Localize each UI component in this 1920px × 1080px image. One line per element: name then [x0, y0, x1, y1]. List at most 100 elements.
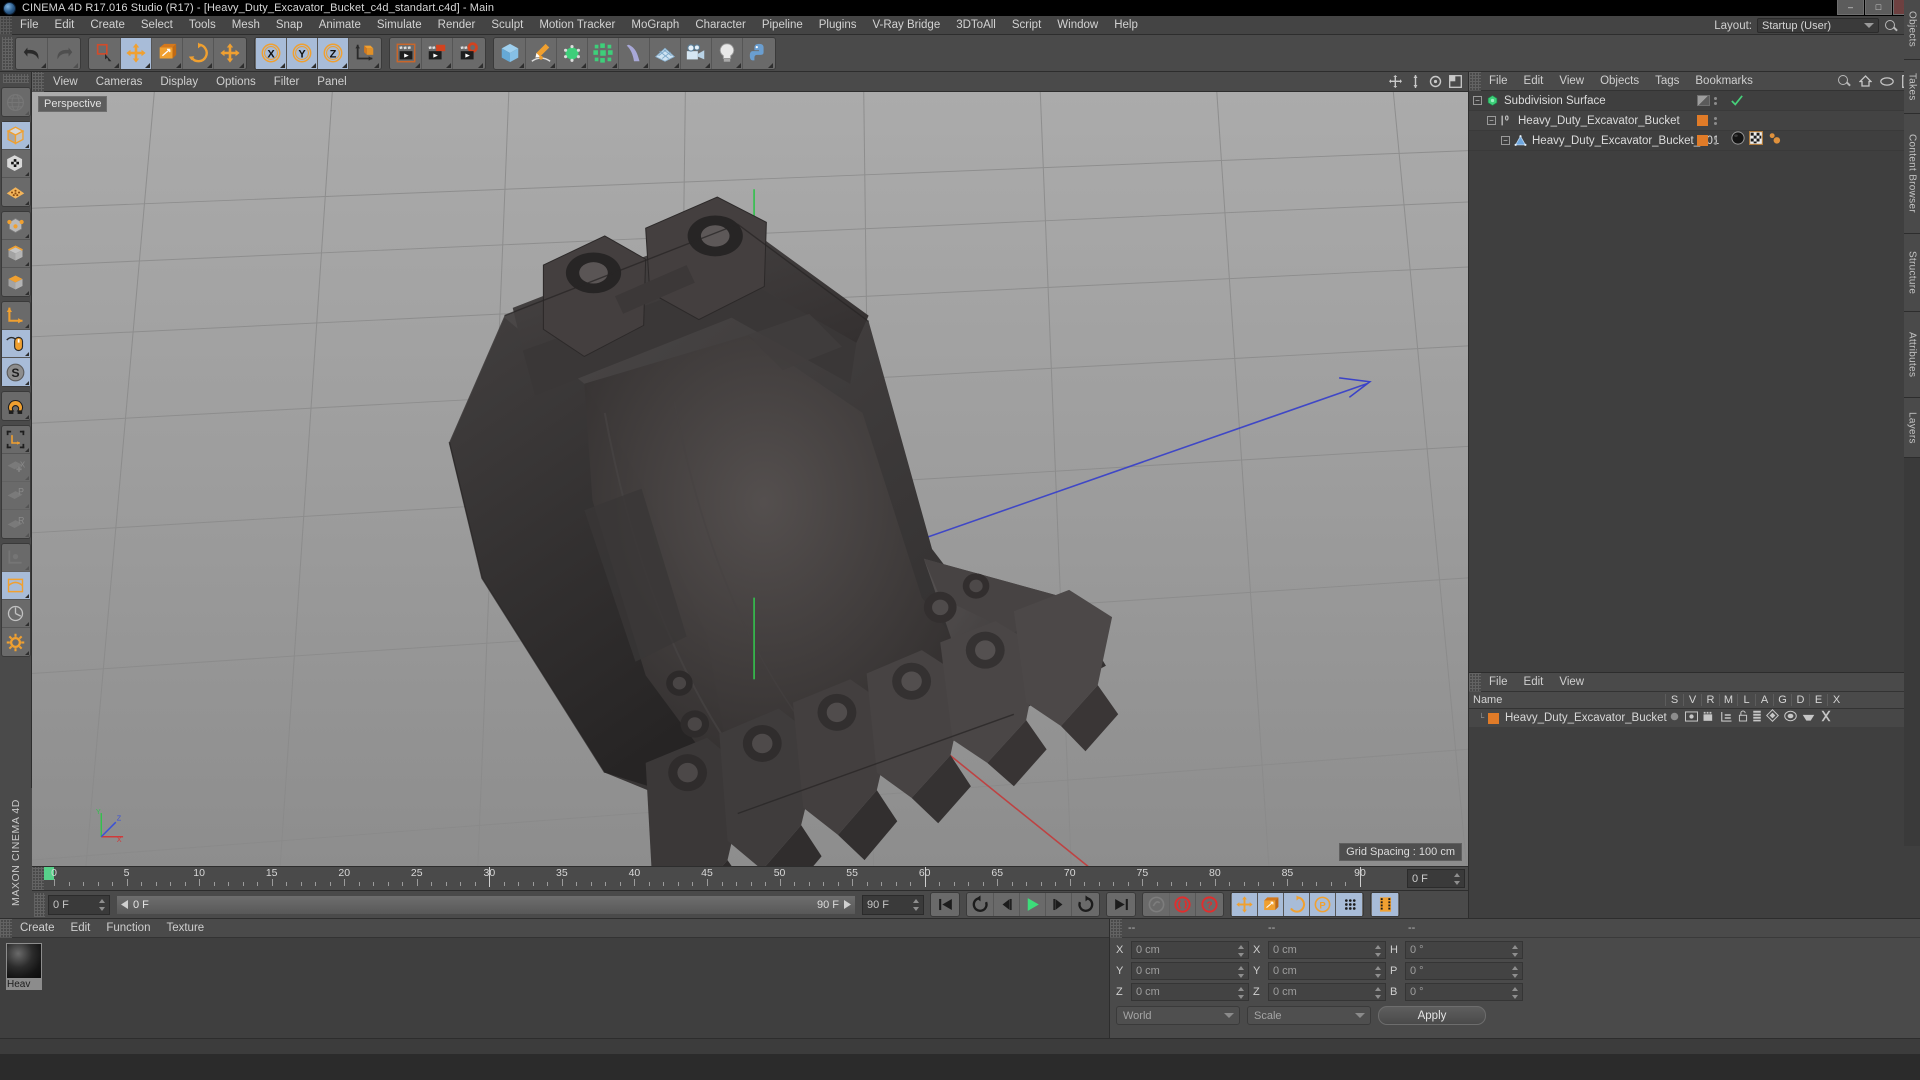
layer-col-a[interactable]: A — [1755, 694, 1773, 706]
menu-motion-tracker[interactable]: Motion Tracker — [531, 16, 623, 35]
zoom-view-icon[interactable] — [1409, 75, 1422, 88]
stepper-icon[interactable] — [1238, 987, 1245, 999]
layer-g-icon[interactable] — [1766, 709, 1779, 727]
timeline-ruler[interactable]: 051015202530354045505560657075808590 — [44, 867, 1404, 890]
python-script-button[interactable] — [743, 38, 774, 69]
go-to-end-button[interactable] — [1108, 893, 1134, 916]
material-item[interactable]: Heav — [6, 943, 42, 990]
lock-y-button[interactable]: Y — [287, 37, 318, 69]
viewport-menu-cameras[interactable]: Cameras — [87, 72, 152, 92]
material-preview-sphere[interactable] — [6, 943, 42, 979]
stepper-icon[interactable] — [99, 898, 106, 911]
menu-file[interactable]: File — [12, 16, 47, 35]
render-to-picture-viewer-button[interactable] — [422, 37, 453, 69]
points-mode-button[interactable] — [2, 178, 30, 206]
record-rotation-button[interactable] — [1284, 893, 1310, 916]
maximize-button[interactable]: □ — [1865, 0, 1892, 15]
layer-color-swatch[interactable] — [1488, 712, 1499, 724]
polygons-edit-button[interactable] — [2, 268, 30, 296]
menu-help[interactable]: Help — [1106, 16, 1146, 35]
layer-col-g[interactable]: G — [1773, 694, 1791, 706]
keyframe-selection-button[interactable]: ? — [1196, 893, 1222, 916]
objmgr-menu-objects[interactable]: Objects — [1592, 72, 1647, 91]
viewport-menu-options[interactable]: Options — [207, 72, 265, 92]
snap-toggle-button[interactable] — [2, 392, 30, 420]
previous-frame-button[interactable] — [994, 893, 1020, 916]
menu-tools[interactable]: Tools — [181, 16, 224, 35]
menu-3dtoall[interactable]: 3DToAll — [948, 16, 1004, 35]
menu-simulate[interactable]: Simulate — [369, 16, 430, 35]
coord-size-field[interactable]: 0 cm — [1268, 962, 1386, 980]
home-icon[interactable] — [1859, 75, 1872, 87]
coord-position-field[interactable]: 0 cm — [1131, 983, 1249, 1001]
matmgr-menu-edit[interactable]: Edit — [63, 919, 99, 938]
material-tag[interactable] — [1731, 131, 1745, 150]
workplane-button[interactable] — [1, 426, 30, 454]
menu-v-ray-bridge[interactable]: V-Ray Bridge — [864, 16, 948, 35]
move-dynamic-button[interactable] — [214, 38, 245, 69]
scale-button[interactable] — [152, 37, 183, 69]
menu-window[interactable]: Window — [1049, 16, 1106, 35]
viewport-menu-filter[interactable]: Filter — [265, 72, 309, 92]
add-cube-button[interactable] — [495, 37, 526, 69]
layermgr-menu-edit[interactable]: Edit — [1516, 673, 1552, 692]
stepper-icon[interactable] — [1375, 987, 1382, 999]
coord-rotation-field[interactable]: 0 ° — [1405, 941, 1523, 959]
layer-x-icon[interactable] — [1820, 709, 1832, 727]
lock-workplane-x-button[interactable]: X — [1, 454, 30, 482]
objmgr-menu-view[interactable]: View — [1551, 72, 1592, 91]
object-dots-icon[interactable] — [1714, 116, 1717, 125]
settings-gear-button[interactable] — [2, 628, 30, 656]
menu-plugins[interactable]: Plugins — [811, 16, 865, 35]
play-forward-loop-button[interactable] — [1072, 893, 1098, 916]
start-frame-field[interactable]: 0 F — [48, 894, 110, 915]
menu-edit[interactable]: Edit — [47, 16, 83, 35]
edges-edit-button[interactable] — [1, 240, 30, 268]
undo-button[interactable] — [17, 37, 48, 69]
selection-tag[interactable] — [1767, 131, 1782, 150]
toolbar-grip-icon[interactable] — [2, 36, 13, 70]
lock-workplane-r-button[interactable]: R — [2, 510, 30, 538]
enable-axis-button[interactable] — [1, 544, 30, 572]
viewport-grip-icon[interactable] — [32, 71, 44, 92]
viewport-solo-button[interactable] — [1, 330, 30, 358]
right-tab-attributes[interactable]: Attributes — [1904, 312, 1920, 398]
coord-system-dropdown[interactable]: World — [1116, 1006, 1240, 1025]
record-parameter-button[interactable]: P — [1310, 893, 1336, 916]
next-frame-button[interactable] — [1046, 893, 1072, 916]
layer-col-e[interactable]: E — [1809, 694, 1827, 706]
record-active-objects-button[interactable] — [1144, 893, 1170, 916]
objmgr-menu-tags[interactable]: Tags — [1647, 72, 1687, 91]
uvw-tag[interactable] — [1749, 131, 1763, 150]
add-camera-button[interactable] — [681, 37, 712, 69]
coord-mode-dropdown[interactable]: Scale — [1247, 1006, 1371, 1025]
autokeying-button[interactable] — [1170, 893, 1196, 916]
menu-select[interactable]: Select — [133, 16, 181, 35]
lock-x-button[interactable]: X — [256, 37, 287, 69]
layer-manager-grip-icon[interactable] — [1469, 672, 1481, 692]
tree-expander[interactable]: − — [1501, 136, 1510, 145]
record-pla-button[interactable] — [1336, 893, 1362, 916]
menu-sculpt[interactable]: Sculpt — [483, 16, 531, 35]
stepper-icon[interactable] — [1375, 966, 1382, 978]
points-edit-button[interactable] — [1, 212, 30, 240]
object-row[interactable]: − Heavy_Duty_Excavator_Bucket_001 — [1469, 131, 1920, 151]
layer-col-d[interactable]: D — [1791, 694, 1809, 706]
live-selection-button[interactable] — [90, 37, 121, 69]
object-tree[interactable]: − Subdivision Surface −0 Heavy_Duty_Excavat… — [1469, 91, 1920, 672]
stepper-icon[interactable] — [1454, 873, 1461, 885]
make-editable-button[interactable] — [2, 88, 30, 116]
apply-button[interactable]: Apply — [1378, 1006, 1486, 1025]
layer-s-icon[interactable] — [1669, 709, 1680, 727]
maximize-view-icon[interactable] — [1449, 75, 1462, 88]
menu-mesh[interactable]: Mesh — [224, 16, 268, 35]
add-deformer-button[interactable] — [619, 37, 650, 69]
layer-col-m[interactable]: M — [1719, 694, 1737, 706]
layer-col-v[interactable]: V — [1683, 694, 1701, 706]
objmgr-menu-file[interactable]: File — [1481, 72, 1516, 91]
stepper-icon[interactable] — [1512, 966, 1519, 978]
object-row[interactable]: − Subdivision Surface — [1469, 91, 1920, 111]
matmgr-menu-create[interactable]: Create — [12, 919, 63, 938]
layer-col-s[interactable]: S — [1665, 694, 1683, 706]
coord-rotation-field[interactable]: 0 ° — [1405, 962, 1523, 980]
